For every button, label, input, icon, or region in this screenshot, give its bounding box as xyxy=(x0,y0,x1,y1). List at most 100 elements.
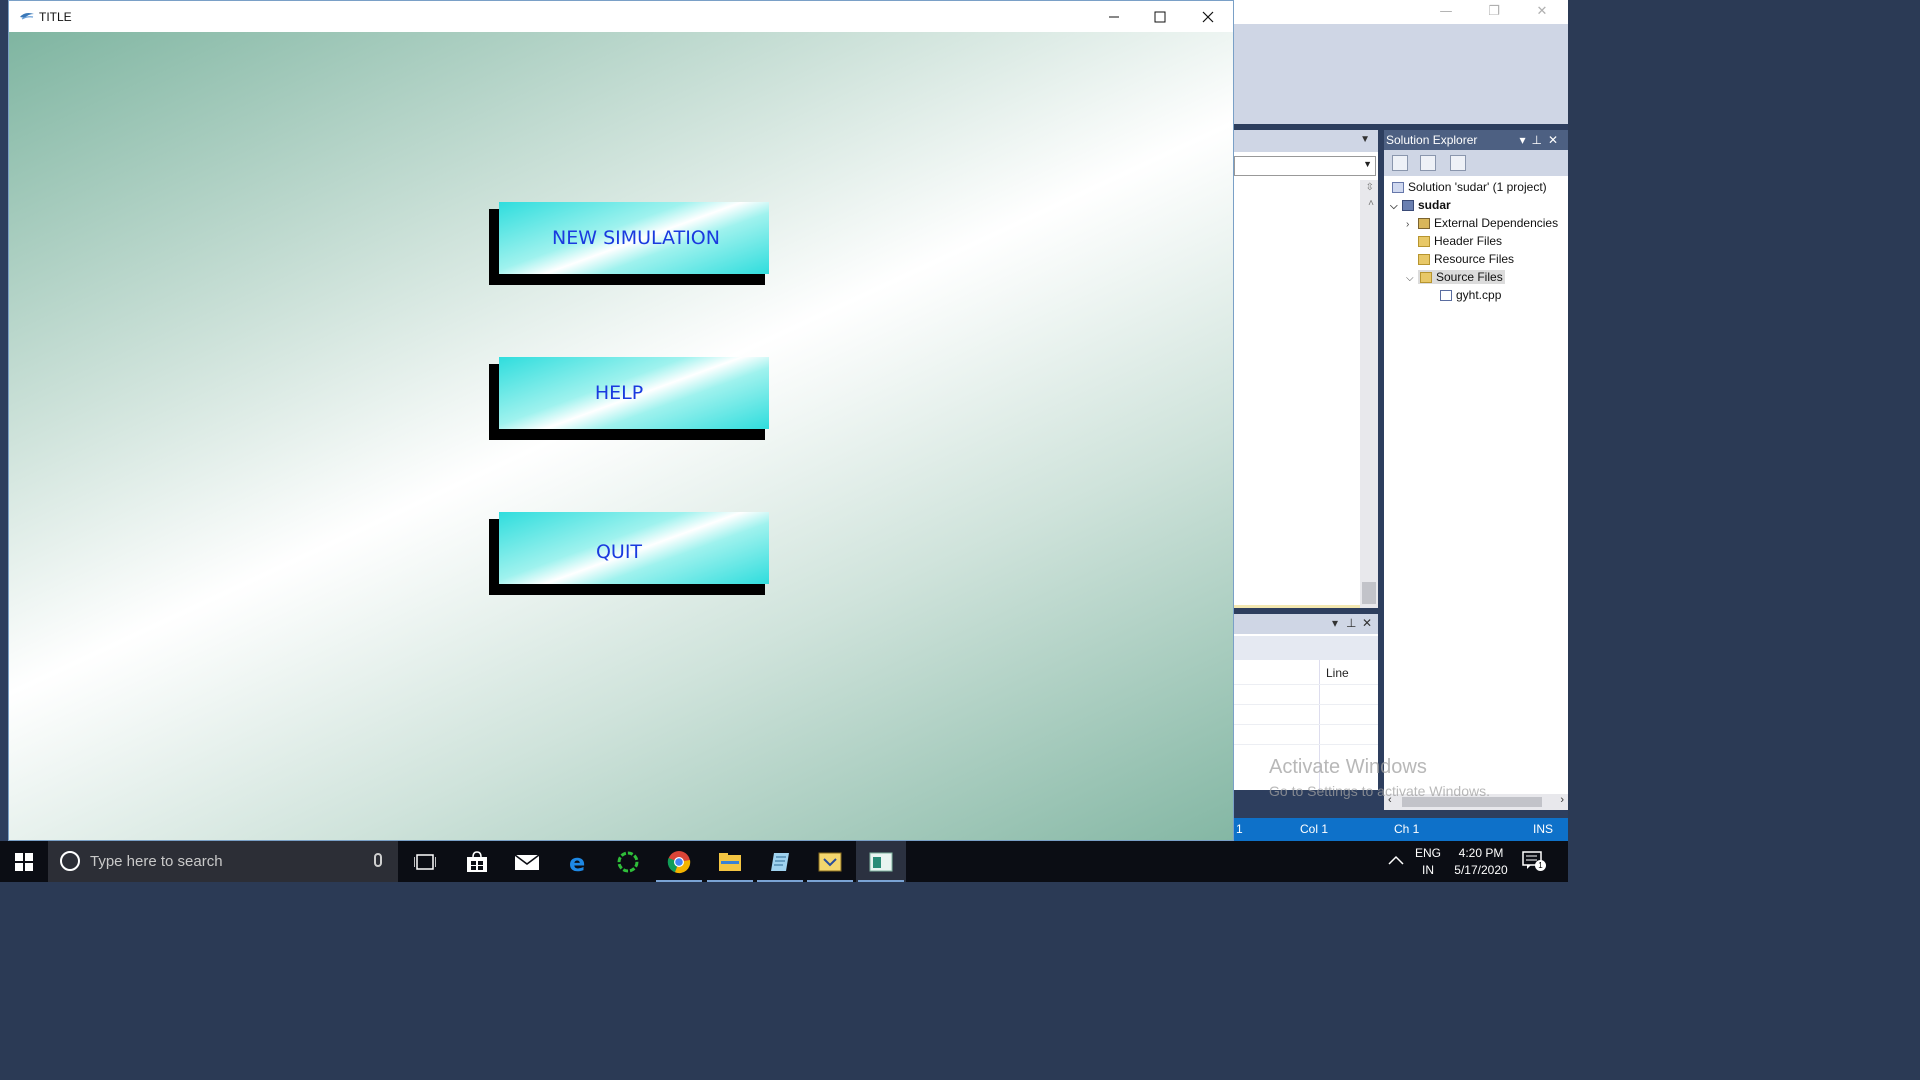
close-icon[interactable]: ✕ xyxy=(1548,133,1564,147)
error-list-pane: ▾ ⊥ ✕ Line xyxy=(1234,614,1378,790)
close-button[interactable] xyxy=(1185,1,1231,32)
ide-close-button[interactable]: ✕ xyxy=(1518,2,1566,22)
notepad-button[interactable] xyxy=(755,841,805,882)
clock-time: 4:20 PM xyxy=(1458,846,1504,860)
close-icon[interactable]: ✕ xyxy=(1362,616,1372,630)
window-title: TITLE xyxy=(39,10,72,24)
quit-button[interactable]: QUIT xyxy=(489,512,770,596)
new-simulation-label[interactable]: NEW SIMULATION xyxy=(499,202,769,274)
cpp-file-icon xyxy=(1440,290,1452,302)
tree-item-external-dependencies[interactable]: › External Dependencies xyxy=(1406,214,1558,232)
status-insert-mode: INS xyxy=(1533,822,1554,836)
notepad-icon xyxy=(771,852,789,871)
edge-button[interactable]: e xyxy=(553,841,603,882)
tree-item-project[interactable]: ⌵ sudar xyxy=(1390,196,1451,214)
vertical-scrollbar[interactable]: ⇳ ˄ xyxy=(1360,180,1378,608)
project-icon xyxy=(1402,200,1414,212)
sync-icon[interactable] xyxy=(1420,155,1436,171)
pin-icon[interactable]: ⊥ xyxy=(1531,133,1547,147)
app-window-icon xyxy=(869,852,893,871)
dropdown-icon[interactable]: ▾ xyxy=(1519,133,1531,147)
minimize-button[interactable] xyxy=(1091,1,1137,32)
ide-toolbar xyxy=(1234,44,1568,124)
action-center-button[interactable]: 1 xyxy=(1522,851,1546,871)
expand-icon[interactable]: › xyxy=(1406,216,1418,234)
show-hidden-icons-icon[interactable] xyxy=(1388,855,1404,865)
search-placeholder: Type here to search xyxy=(90,853,223,870)
running-indicator xyxy=(858,880,904,882)
folder-icon xyxy=(1418,236,1430,248)
svg-text:e: e xyxy=(569,850,585,874)
tree-item-source-files[interactable]: ⌵ Source Files xyxy=(1406,268,1505,286)
column-header-line[interactable]: Line xyxy=(1326,666,1349,680)
folder-open-icon xyxy=(1420,272,1432,284)
app-window-taskbar-button[interactable] xyxy=(856,841,906,882)
quit-label[interactable]: QUIT xyxy=(499,512,769,584)
system-clock[interactable]: 4:20 PM 5/17/2020 xyxy=(1448,845,1514,879)
scroll-right-icon[interactable]: › xyxy=(1560,794,1564,806)
windows-logo-icon xyxy=(15,852,33,871)
dropdown-arrow-icon[interactable]: ▼ xyxy=(1360,134,1370,145)
scroll-up-icon[interactable]: ˄ xyxy=(1368,198,1374,209)
tree-item-resource-files[interactable]: Resource Files xyxy=(1418,250,1514,268)
mail-button[interactable] xyxy=(502,841,552,882)
table-row xyxy=(1234,704,1378,705)
green-ring-icon xyxy=(617,851,639,872)
split-icon[interactable]: ⇳ xyxy=(1366,182,1374,193)
help-button[interactable]: HELP xyxy=(489,357,770,441)
column-separator xyxy=(1319,660,1320,790)
chevron-down-icon: ▼ xyxy=(1363,159,1372,169)
ide-statusbar: 1 Col 1 Ch 1 INS xyxy=(1234,818,1568,841)
scroll-left-icon[interactable]: ‹ xyxy=(1388,794,1392,806)
code-pane-header: ▼ xyxy=(1234,130,1378,152)
menu-canvas: NEW SIMULATION HELP QUIT xyxy=(9,32,1233,840)
tree-item-gyht-cpp[interactable]: gyht.cpp xyxy=(1440,286,1501,304)
chrome-button[interactable] xyxy=(654,841,704,882)
tree-item-header-files[interactable]: Header Files xyxy=(1418,232,1502,250)
code-editor-pane: ▼ ▼ ⇳ ˄ xyxy=(1234,130,1378,608)
taskbar-search-box[interactable]: Type here to search xyxy=(48,841,398,882)
file-explorer-button[interactable] xyxy=(705,841,755,882)
chrome-icon xyxy=(667,850,691,873)
green-ring-app-button[interactable] xyxy=(603,841,653,882)
error-list-toolbar xyxy=(1234,636,1378,660)
ide-titlebar: — ❐ ✕ xyxy=(1234,0,1568,24)
new-simulation-button[interactable]: NEW SIMULATION xyxy=(489,202,770,286)
task-view-button[interactable] xyxy=(400,841,450,882)
close-icon xyxy=(1202,11,1214,22)
solution-icon xyxy=(1392,182,1404,194)
collapse-icon[interactable]: ⌵ xyxy=(1390,198,1402,216)
running-indicator xyxy=(656,880,702,882)
scroll-thumb[interactable] xyxy=(1402,797,1542,807)
table-row xyxy=(1234,724,1378,725)
properties-icon[interactable] xyxy=(1450,155,1466,171)
store-icon xyxy=(467,850,487,872)
table-row xyxy=(1234,684,1378,685)
start-button[interactable] xyxy=(0,841,48,882)
app-titlebar: TITLE xyxy=(9,1,1233,32)
help-label[interactable]: HELP xyxy=(499,357,769,429)
visual-studio-button[interactable] xyxy=(805,841,855,882)
input-language[interactable]: ENG IN xyxy=(1412,845,1444,879)
scroll-thumb[interactable] xyxy=(1362,582,1376,604)
pane-dropdown-icon[interactable]: ▾ xyxy=(1332,616,1338,630)
solution-explorer-title: Solution Explorer xyxy=(1386,133,1478,147)
microphone-icon[interactable] xyxy=(374,853,382,867)
maximize-button[interactable] xyxy=(1137,1,1183,32)
app-window: TITLE NEW SIMULATION HELP QUIT xyxy=(8,0,1234,841)
ide-minimize-button[interactable]: — xyxy=(1422,2,1470,22)
collapse-icon[interactable]: ⌵ xyxy=(1406,270,1418,288)
pin-icon[interactable]: ⊥ xyxy=(1346,616,1356,630)
store-button[interactable] xyxy=(452,841,502,882)
tree-item-solution[interactable]: Solution 'sudar' (1 project) xyxy=(1392,178,1547,196)
minimize-icon xyxy=(1109,16,1119,17)
member-dropdown[interactable]: ▼ xyxy=(1234,156,1376,176)
ide-restore-button[interactable]: ❐ xyxy=(1470,2,1518,22)
clock-date: 5/17/2020 xyxy=(1454,863,1508,877)
language-code: ENG xyxy=(1414,846,1441,860)
solution-explorer: Solution Explorer ▾⊥✕ Solution 'sudar' (… xyxy=(1384,130,1568,810)
home-icon[interactable] xyxy=(1392,155,1408,171)
file-explorer-icon xyxy=(719,852,741,871)
notification-badge: 1 xyxy=(1535,860,1546,871)
horizontal-scrollbar[interactable]: ‹ › xyxy=(1384,794,1568,810)
